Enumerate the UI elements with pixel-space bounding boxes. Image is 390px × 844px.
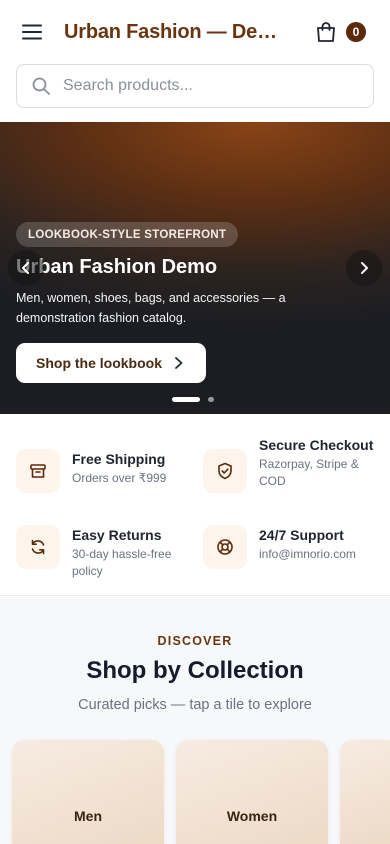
collections-section: DISCOVER Shop by Collection Curated pick… xyxy=(0,597,390,844)
chevron-left-icon xyxy=(22,262,29,274)
hero-title: Urban Fashion Demo xyxy=(16,256,218,278)
shopping-bag-icon xyxy=(317,22,335,42)
features-section: Free Shipping Orders over ₹999 Secure Ch… xyxy=(0,414,390,596)
feature-secure-checkout: Secure Checkout Razorpay, Stripe & COD xyxy=(203,437,383,493)
collection-tile-men[interactable]: Men xyxy=(12,740,164,844)
carousel-prev-button[interactable] xyxy=(8,250,44,286)
feature-title: Free Shipping xyxy=(72,451,166,467)
hero-tag: LOOKBOOK-STYLE STOREFRONT xyxy=(16,222,239,247)
cart-count-badge: 0 xyxy=(346,22,366,42)
feature-desc: Razorpay, Stripe & COD xyxy=(259,457,359,488)
collection-tile-partial[interactable] xyxy=(340,740,390,844)
feature-free-shipping: Free Shipping Orders over ₹999 xyxy=(16,449,166,493)
feature-desc: 30-day hassle-free policy xyxy=(72,547,172,578)
carousel-dots xyxy=(172,397,222,402)
app-header: Urban Fashion — Demo 0 xyxy=(0,0,390,64)
carousel-next-button[interactable] xyxy=(346,250,382,286)
feature-desc: Orders over ₹999 xyxy=(72,471,167,485)
shop-lookbook-label: Shop the lookbook xyxy=(36,355,162,371)
section-eyebrow: DISCOVER xyxy=(157,634,233,648)
feature-title: 24/7 Support xyxy=(259,527,344,543)
collection-tile-label: Men xyxy=(74,808,102,824)
brand-title[interactable]: Urban Fashion — Demo xyxy=(64,21,286,44)
feature-title: Easy Returns xyxy=(72,527,162,543)
section-title: Shop by Collection xyxy=(86,657,304,684)
section-subtitle: Curated picks — tap a tile to explore xyxy=(78,697,312,713)
chevron-right-icon xyxy=(175,357,183,369)
feature-title: Secure Checkout xyxy=(259,437,374,453)
lifebuoy-icon xyxy=(217,539,233,555)
cart-button[interactable]: 0 xyxy=(312,14,368,50)
collection-tile-label: Women xyxy=(226,808,278,824)
menu-button[interactable] xyxy=(12,12,52,52)
shield-check-icon xyxy=(218,462,232,480)
carousel-dot[interactable] xyxy=(208,397,214,402)
hero-carousel: LOOKBOOK-STYLE STOREFRONT Urban Fashion … xyxy=(0,122,390,414)
carousel-dot-active[interactable] xyxy=(172,397,200,402)
shop-lookbook-button[interactable]: Shop the lookbook xyxy=(16,343,206,383)
feature-easy-returns: Easy Returns 30-day hassle-free policy xyxy=(16,525,192,580)
hero-subtitle: Men, women, shoes, bags, and accessories… xyxy=(16,291,286,325)
search-icon xyxy=(32,77,50,95)
chevron-right-icon xyxy=(361,262,368,274)
box-icon xyxy=(30,464,46,478)
refresh-icon xyxy=(31,539,45,555)
support-email-link[interactable]: info@imnorio.com xyxy=(259,546,356,563)
search-input[interactable] xyxy=(63,77,343,95)
search-bar xyxy=(16,64,374,108)
collection-tile-women[interactable]: Women xyxy=(176,740,328,844)
feature-support: 24/7 Support info@imnorio.com xyxy=(203,525,356,569)
hamburger-menu-icon xyxy=(22,24,42,40)
